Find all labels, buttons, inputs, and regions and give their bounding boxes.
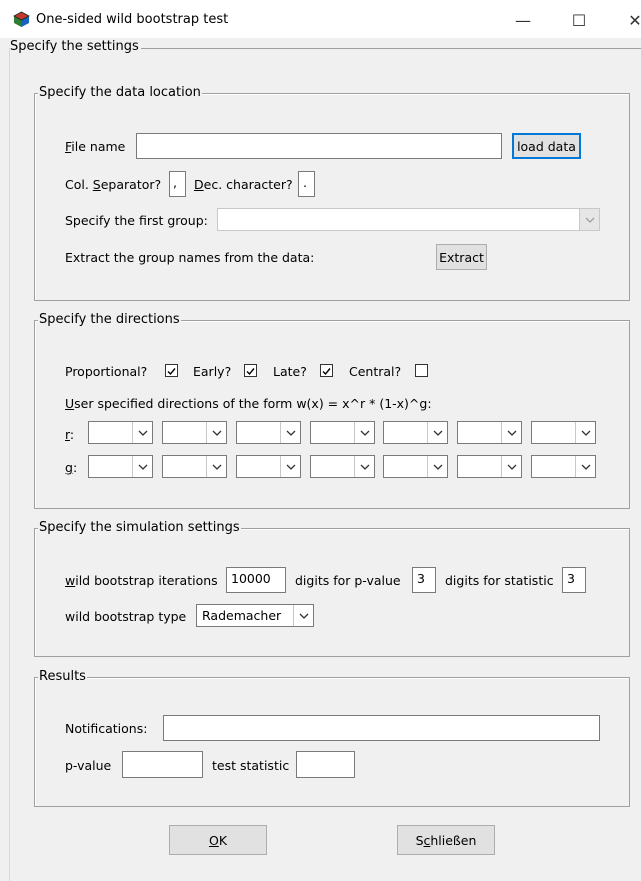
title-bar: One-sided wild bootstrap test — ☐ ✕ xyxy=(0,0,641,38)
chevron-down-icon xyxy=(280,456,300,477)
chevron-down-icon xyxy=(206,456,226,477)
g-exponent-select-4[interactable] xyxy=(310,455,375,478)
g-exponent-select-2[interactable] xyxy=(162,455,227,478)
pvalue-label: p-value xyxy=(65,758,112,773)
g-exponent-select-1[interactable] xyxy=(88,455,153,478)
ok-button[interactable]: OK xyxy=(169,825,267,855)
extract-label: Extract the group names from the data: xyxy=(65,250,315,265)
bootstrap-type-select[interactable]: Rademacher xyxy=(196,604,314,627)
data-location-legend: Specify the data location xyxy=(38,85,202,100)
file-name-label: File name xyxy=(65,139,126,154)
data-location-group: Specify the data location File name load… xyxy=(34,85,630,301)
iterations-input[interactable]: 10000 xyxy=(226,567,286,593)
pvalue-output[interactable] xyxy=(122,751,203,778)
ok-button-label: OK xyxy=(208,832,228,848)
check-icon xyxy=(322,368,331,376)
chevron-down-icon xyxy=(427,456,447,477)
notifications-label: Notifications: xyxy=(65,721,148,736)
g-label: g: xyxy=(65,460,78,475)
chevron-down-icon xyxy=(206,422,226,443)
results-group: Results Notifications: p-value test stat… xyxy=(34,669,630,807)
r-exponent-select-1[interactable] xyxy=(88,421,153,444)
settings-frame-border xyxy=(9,48,10,881)
chevron-down-icon xyxy=(575,456,595,477)
settings-legend: Specify the settings xyxy=(10,39,141,54)
r-label: r: xyxy=(65,427,75,442)
check-icon xyxy=(246,368,255,376)
central-label: Central? xyxy=(349,364,402,379)
simulation-group: Specify the simulation settings wild boo… xyxy=(34,520,630,657)
chevron-down-icon xyxy=(132,456,152,477)
chevron-down-icon xyxy=(354,422,374,443)
g-exponent-select-7[interactable] xyxy=(531,455,596,478)
proportional-label: Proportional? xyxy=(65,364,148,379)
central-checkbox[interactable] xyxy=(415,364,428,377)
notifications-output[interactable] xyxy=(163,715,600,741)
extract-button[interactable]: Extract xyxy=(436,244,487,270)
settings-frame-line xyxy=(131,48,641,49)
dec-character-label: Dec. character? xyxy=(194,177,293,192)
check-icon xyxy=(167,368,176,376)
load-data-button[interactable]: load data xyxy=(512,133,581,159)
r-exponent-select-5[interactable] xyxy=(383,421,448,444)
minimize-icon: — xyxy=(515,10,531,30)
app-icon xyxy=(13,11,30,27)
chevron-down-icon xyxy=(501,422,521,443)
pvalue-digits-input[interactable]: 3 xyxy=(412,567,436,593)
chevron-down-icon xyxy=(354,456,374,477)
stat-digits-input[interactable]: 3 xyxy=(562,567,586,593)
bootstrap-type-value: Rademacher xyxy=(202,608,282,623)
r-exponent-select-7[interactable] xyxy=(531,421,596,444)
early-checkbox[interactable] xyxy=(244,364,257,377)
close-button[interactable]: Schließen xyxy=(397,825,495,855)
chevron-down-icon xyxy=(427,422,447,443)
proportional-checkbox[interactable] xyxy=(165,364,178,377)
close-icon: ✕ xyxy=(628,10,641,30)
user-directions-label: User specified directions of the form w(… xyxy=(65,396,432,411)
directions-group: Specify the directions Proportional? Ear… xyxy=(34,312,630,509)
statistic-label: test statistic xyxy=(212,758,290,773)
first-group-select[interactable] xyxy=(217,208,600,231)
file-name-input[interactable] xyxy=(136,133,502,159)
chevron-down-icon xyxy=(579,209,599,230)
col-separator-input[interactable]: , xyxy=(169,171,186,197)
minimize-button[interactable]: — xyxy=(500,6,546,34)
dec-character-input[interactable]: . xyxy=(298,171,315,197)
statistic-output[interactable] xyxy=(296,751,355,778)
stat-digits-label: digits for statistic xyxy=(445,573,554,588)
first-group-label: Specify the first group: xyxy=(65,213,208,228)
pvalue-digits-label: digits for p-value xyxy=(295,573,401,588)
late-checkbox[interactable] xyxy=(320,364,333,377)
close-window-button[interactable]: ✕ xyxy=(612,6,641,34)
bootstrap-type-label: wild bootstrap type xyxy=(65,609,187,624)
g-exponent-select-6[interactable] xyxy=(457,455,522,478)
results-legend: Results xyxy=(38,669,87,684)
r-exponent-select-3[interactable] xyxy=(236,421,301,444)
col-separator-label: Col. Separator? xyxy=(65,177,162,192)
maximize-button[interactable]: ☐ xyxy=(556,6,602,34)
g-exponent-select-5[interactable] xyxy=(383,455,448,478)
simulation-legend: Specify the simulation settings xyxy=(38,520,241,535)
chevron-down-icon xyxy=(280,422,300,443)
r-exponent-select-2[interactable] xyxy=(162,421,227,444)
g-exponent-select-3[interactable] xyxy=(236,455,301,478)
chevron-down-icon xyxy=(501,456,521,477)
iterations-label: wild bootstrap iterations xyxy=(65,573,218,588)
maximize-icon: ☐ xyxy=(571,10,587,30)
chevron-down-icon xyxy=(575,422,595,443)
chevron-down-icon xyxy=(293,605,313,626)
r-exponent-select-4[interactable] xyxy=(310,421,375,444)
late-label: Late? xyxy=(273,364,307,379)
chevron-down-icon xyxy=(132,422,152,443)
close-button-label: Schließen xyxy=(415,832,477,848)
early-label: Early? xyxy=(193,364,232,379)
r-exponent-select-6[interactable] xyxy=(457,421,522,444)
directions-legend: Specify the directions xyxy=(38,312,181,327)
window-title: One-sided wild bootstrap test xyxy=(36,12,229,27)
